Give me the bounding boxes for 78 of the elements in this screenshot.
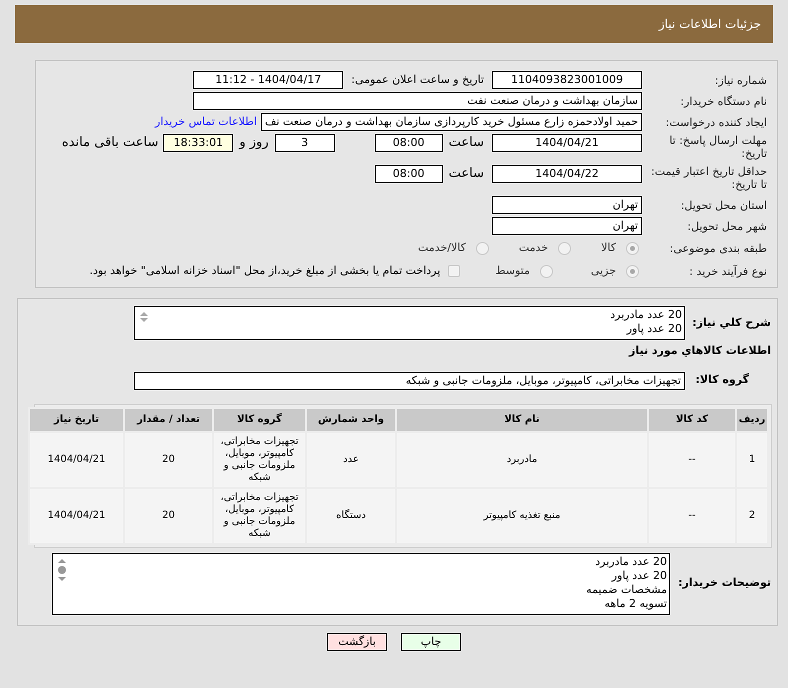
table-cell: 2 bbox=[736, 488, 768, 544]
text-field[interactable]: 1404/04/21 bbox=[492, 134, 642, 152]
field-label: استان محل تحویل: bbox=[680, 198, 768, 212]
field-label: نام دستگاه خریدار: bbox=[679, 94, 768, 108]
field-label: طبقه بندی موضوعی: bbox=[668, 242, 768, 254]
field-text: روز و bbox=[239, 134, 269, 152]
table-cell: -- bbox=[648, 488, 736, 544]
column-header: نام کالا bbox=[396, 408, 648, 432]
field-label: نوع فرآیند خرید : bbox=[688, 264, 768, 278]
text-field[interactable]: 1404/04/17 - 11:12 bbox=[193, 71, 344, 89]
field-text: کالا bbox=[601, 240, 616, 256]
table-cell: منبع تغذیه کامپیوتر bbox=[396, 488, 648, 544]
table-cell: -- bbox=[648, 432, 736, 488]
back-button[interactable]: بازگشت bbox=[327, 632, 387, 650]
text-line: مشخصات ضمیمه bbox=[586, 582, 667, 596]
text-line: 20 عدد مادربرد bbox=[594, 554, 667, 568]
field-text: خدمت bbox=[518, 240, 548, 256]
table-cell: تجهیزات مخابراتی، کامپیوتر، موبایل، ملزومات جانبی و شبکه bbox=[213, 432, 306, 488]
text-field[interactable]: 08:00 bbox=[374, 134, 443, 152]
field-label: ایجاد کننده درخواست: bbox=[664, 116, 768, 128]
column-header: گروه کالا bbox=[213, 408, 306, 432]
text-line: 20 عدد پاور bbox=[625, 322, 682, 336]
text-field[interactable]: حمید اولادحمزه زارع مسئول خرید کارپردازی سازمان بهداشت و درمان صنعت نف bbox=[260, 113, 642, 131]
text-field[interactable]: 18:33:01 bbox=[163, 134, 234, 152]
checkbox[interactable] bbox=[448, 265, 460, 277]
radio-button[interactable] bbox=[626, 264, 639, 278]
table-cell: 20 bbox=[124, 488, 213, 544]
section-heading: اطلاعات کالاهاي مورد نیاز bbox=[628, 343, 772, 359]
scroll-arrows-icon[interactable] bbox=[138, 310, 150, 324]
field-label: شهر محل تحویل: bbox=[686, 220, 768, 232]
field-label: گروه کالا: bbox=[694, 372, 750, 388]
text-field[interactable]: تجهیزات مخابراتی، کامپیوتر، موبایل، ملزومات جانبی و شبکه bbox=[134, 372, 685, 390]
text-area[interactable]: 20 عدد مادربرد 20 عدد پاور bbox=[134, 306, 685, 340]
radio-button[interactable] bbox=[476, 242, 489, 254]
table-cell: 1 bbox=[736, 432, 768, 488]
text-line: 20 عدد مادربرد bbox=[610, 308, 682, 322]
field-text: جزیی bbox=[590, 262, 616, 279]
field-label: توضیحات خریدار: bbox=[677, 575, 772, 592]
field-label: شماره نیاز: bbox=[714, 74, 768, 86]
page-title: جزئیات اطلاعات نیاز bbox=[658, 16, 761, 33]
table-cell: 1404/04/21 bbox=[29, 488, 124, 544]
field-text: ساعت باقی مانده bbox=[62, 134, 158, 152]
text-field[interactable]: 3 bbox=[274, 134, 335, 152]
table-cell: 20 bbox=[124, 432, 213, 488]
table-cell: تجهیزات مخابراتی، کامپیوتر، موبایل، ملزومات جانبی و شبکه bbox=[213, 488, 306, 544]
text-field[interactable]: 08:00 bbox=[374, 165, 443, 183]
table-cell: مادربرد bbox=[396, 432, 648, 488]
radio-button[interactable] bbox=[626, 242, 639, 254]
field-text: پرداخت تمام یا بخشی از مبلغ خرید،از محل "اسناد خزانه اسلامی" خواهد بود. bbox=[90, 262, 440, 279]
field-text: متوسط bbox=[495, 262, 530, 279]
radio-button[interactable] bbox=[558, 242, 572, 254]
table-cell: عدد bbox=[306, 432, 396, 488]
text-field[interactable]: تهران bbox=[492, 217, 642, 235]
table-cell: دستگاه bbox=[306, 488, 396, 544]
field-label: حداقل تاریخ اعتبار قیمت: تا تاریخ: bbox=[650, 165, 768, 191]
field-text: کالا/خدمت bbox=[418, 240, 466, 256]
print-button[interactable]: چاپ bbox=[401, 632, 461, 650]
contact-link[interactable]: اطلاعات تماس خریدار bbox=[155, 114, 257, 130]
column-header: تاریخ نیاز bbox=[29, 408, 124, 432]
field-label: شرح کلي نیاز: bbox=[691, 314, 772, 331]
text-line: تسویه 2 ماهه bbox=[604, 596, 667, 610]
column-header: کد کالا bbox=[648, 408, 736, 432]
field-text: تاریخ و ساعت اعلان عمومی: bbox=[351, 72, 484, 88]
text-field[interactable]: 1104093823001009 bbox=[492, 71, 642, 89]
text-area[interactable]: 20 عدد مادربرد 20 عدد پاور مشخصات ضمیمه تسویه 2 ماهه bbox=[52, 552, 670, 614]
text-line: 20 عدد پاور bbox=[610, 568, 667, 582]
column-header: ردیف bbox=[736, 408, 768, 432]
field-text: ساعت bbox=[448, 134, 484, 152]
radio-button[interactable] bbox=[540, 264, 553, 278]
text-field[interactable]: تهران bbox=[492, 196, 642, 214]
table-cell: 1404/04/21 bbox=[29, 432, 124, 488]
column-header: تعداد / مقدار bbox=[124, 408, 213, 432]
field-label: مهلت ارسال پاسخ: تا تاریخ: bbox=[668, 134, 768, 160]
field-text: ساعت bbox=[448, 165, 484, 183]
scroll-arrows-icon[interactable] bbox=[56, 556, 68, 582]
text-field[interactable]: 1404/04/22 bbox=[492, 165, 642, 183]
column-header: واحد شمارش bbox=[306, 408, 396, 432]
text-field[interactable]: سازمان بهداشت و درمان صنعت نفت bbox=[193, 92, 642, 110]
